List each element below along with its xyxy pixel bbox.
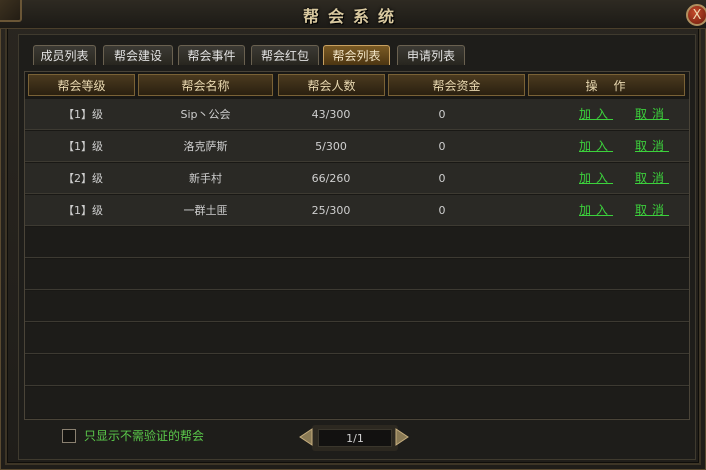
- row-funds: 0: [438, 140, 446, 153]
- empty-row: [25, 259, 689, 290]
- empty-row: [25, 355, 689, 386]
- table-row: 【1】级 Sip丶公会 43/300 0 加入 取消: [25, 99, 689, 130]
- close-button[interactable]: X: [686, 4, 706, 26]
- row-level: 【1】级: [63, 108, 103, 121]
- row-members: 66/260: [311, 172, 351, 185]
- row-level: 【1】级: [63, 204, 103, 217]
- title-bar[interactable]: 帮会系统: [0, 0, 706, 29]
- row-name: 洛克萨斯: [183, 140, 228, 153]
- empty-row: [25, 387, 689, 418]
- row-members: 25/300: [311, 204, 351, 217]
- cancel-button[interactable]: 取消: [635, 99, 669, 130]
- header-actions: 操 作: [528, 74, 685, 96]
- join-button[interactable]: 加入: [579, 195, 613, 226]
- cancel-button[interactable]: 取消: [635, 131, 669, 162]
- row-name: 新手村: [189, 172, 222, 185]
- join-button[interactable]: 加入: [579, 131, 613, 162]
- row-members: 43/300: [311, 108, 351, 121]
- tab-apply-list[interactable]: 申请列表: [397, 45, 465, 65]
- window-title: 帮会系统: [302, 7, 403, 26]
- header-funds: 帮会资金: [388, 74, 525, 96]
- row-members: 5/300: [315, 140, 347, 153]
- row-name: Sip丶公会: [180, 108, 231, 121]
- header-level: 帮会等级: [28, 74, 135, 96]
- no-verify-checkbox-label: 只显示不需验证的帮会: [84, 429, 205, 443]
- row-funds: 0: [438, 204, 446, 217]
- cancel-button[interactable]: 取消: [635, 163, 669, 194]
- header-members: 帮会人数: [278, 74, 385, 96]
- empty-row: [25, 291, 689, 322]
- row-funds: 0: [438, 108, 446, 121]
- cancel-button[interactable]: 取消: [635, 195, 669, 226]
- page-indicator: 1/1: [318, 429, 392, 447]
- row-name: 一群土匪: [183, 204, 228, 217]
- empty-row: [25, 323, 689, 354]
- join-button[interactable]: 加入: [579, 163, 613, 194]
- join-button[interactable]: 加入: [579, 99, 613, 130]
- empty-row: [25, 227, 689, 258]
- frame-corner-ornament: [0, 0, 22, 22]
- header-name: 帮会名称: [138, 74, 273, 96]
- row-funds: 0: [438, 172, 446, 185]
- tab-guild-build[interactable]: 帮会建设: [103, 45, 173, 65]
- tab-guild-list[interactable]: 帮会列表: [323, 45, 390, 65]
- table-row: 【1】级 一群土匪 25/300 0 加入 取消: [25, 195, 689, 226]
- row-level: 【2】级: [63, 172, 103, 185]
- no-verify-checkbox[interactable]: [62, 429, 76, 443]
- row-level: 【1】级: [63, 140, 103, 153]
- table-row: 【1】级 洛克萨斯 5/300 0 加入 取消: [25, 131, 689, 162]
- next-page-icon[interactable]: [394, 428, 410, 446]
- guild-table: 帮会等级 帮会名称 帮会人数 帮会资金 操 作 【1】级 Sip丶公会 43/3…: [24, 71, 690, 420]
- guild-window: 帮会系统 X 成员列表 帮会建设 帮会事件 帮会红包 帮会列表 申请列表 帮会等…: [0, 0, 706, 470]
- tab-guild-red-packet[interactable]: 帮会红包: [251, 45, 319, 65]
- table-row: 【2】级 新手村 66/260 0 加入 取消: [25, 163, 689, 194]
- tab-member-list[interactable]: 成员列表: [33, 45, 96, 65]
- prev-page-icon[interactable]: [298, 428, 314, 446]
- tab-guild-events[interactable]: 帮会事件: [178, 45, 245, 65]
